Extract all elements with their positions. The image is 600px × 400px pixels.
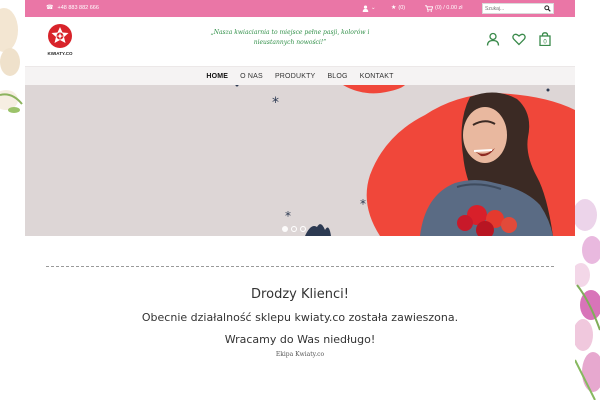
svg-text:*: * (285, 209, 291, 223)
slider-dot[interactable] (291, 226, 297, 232)
site-header: KWIATY.CO „Nasza kwiaciarnia to miejsce … (25, 17, 575, 66)
header-wishlist-button[interactable] (512, 32, 526, 46)
wishlist-link[interactable]: ★ (0) (391, 4, 405, 12)
cart-icon (425, 4, 433, 12)
search-box (482, 3, 554, 14)
cart-count: 0 (543, 40, 547, 46)
tagline: „Nasza kwiaciarnia to miejsce pełne pasj… (210, 29, 370, 46)
search-button[interactable] (541, 4, 553, 13)
svg-text:*: * (360, 197, 366, 211)
main-nav: HOME O NAS PRODUKTY BLOG KONTAKT (25, 66, 575, 85)
notice-return-text: Wracamy do Was niedługo! (224, 333, 376, 346)
logo-text: KWIATY.CO (47, 51, 73, 56)
slider-dots (282, 226, 306, 232)
notice-title: Drodzy Klienci! (251, 287, 349, 302)
hero-banner-image: * * * (235, 85, 575, 236)
slider-dot[interactable] (282, 226, 288, 232)
notice-text: Obecnie działalność sklepu kwiaty.co zos… (141, 311, 459, 324)
nav-item-contact[interactable]: KONTAKT (360, 73, 394, 80)
phone-icon: ☎ (46, 5, 54, 11)
search-icon (543, 5, 551, 12)
header-cart-button[interactable]: 0 (538, 32, 552, 47)
nav-item-home[interactable]: HOME (206, 73, 228, 80)
cart-link[interactable]: (0) / 0.00 zł (425, 4, 463, 12)
chevron-down-icon: ⌄ (371, 5, 376, 11)
phone-contact[interactable]: ☎ +48 883 882 666 (46, 4, 99, 12)
nav-item-blog[interactable]: BLOG (327, 73, 347, 80)
user-icon (362, 4, 369, 12)
floral-decoration-left (0, 0, 25, 400)
wishlist-count: (0) (398, 5, 406, 11)
top-bar: ☎ +48 883 882 666 ⌄ ★ (0) (0) / 0.00 zł (25, 0, 575, 17)
rose-logo-icon (48, 24, 72, 48)
account-menu[interactable]: ⌄ (362, 4, 376, 12)
user-icon (486, 32, 500, 46)
header-account-button[interactable] (486, 32, 500, 46)
cart-summary: (0) / 0.00 zł (435, 5, 463, 11)
slider-dot[interactable] (300, 226, 306, 232)
search-input[interactable] (483, 4, 541, 13)
phone-number: +48 883 882 666 (57, 5, 99, 11)
star-icon: ★ (391, 5, 397, 11)
bag-icon: 0 (539, 32, 551, 47)
notice-signature: Ekipa Kwiaty.co (275, 351, 325, 358)
heart-icon (512, 33, 526, 46)
nav-item-products[interactable]: PRODUKTY (275, 73, 316, 80)
floral-decoration-right (572, 0, 600, 400)
site-logo[interactable]: KWIATY.CO (45, 23, 75, 60)
hero-slider: * * * (25, 85, 575, 236)
svg-text:*: * (272, 95, 279, 111)
content-divider (46, 266, 554, 267)
nav-item-about[interactable]: O NAS (240, 73, 263, 80)
